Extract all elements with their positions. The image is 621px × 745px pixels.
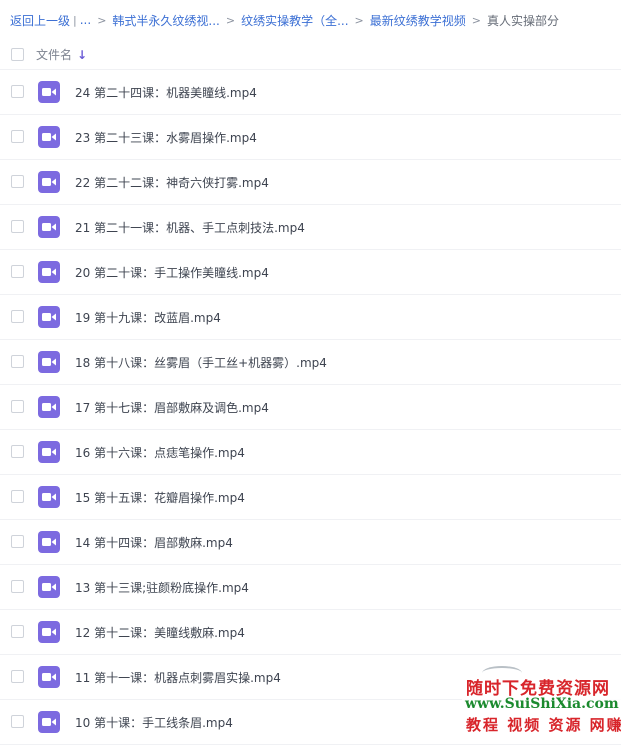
file-name[interactable]: 16 第十六课：点痣笔操作.mp4 [75, 444, 245, 461]
file-name[interactable]: 23 第二十三课：水雾眉操作.mp4 [75, 129, 257, 146]
row-checkbox[interactable] [11, 130, 24, 143]
breadcrumb-current: 真人实操部分 [486, 13, 559, 28]
video-file-icon [38, 531, 60, 553]
chevron-right-icon: > [354, 13, 364, 27]
chevron-right-icon: > [471, 13, 481, 27]
select-all-checkbox[interactable] [11, 48, 24, 61]
row-checkbox[interactable] [11, 400, 24, 413]
list-item[interactable]: 14 第十四课：眉部敷麻.mp4 [0, 520, 621, 565]
file-name[interactable]: 11 第十一课：机器点刺雾眉实操.mp4 [75, 669, 281, 686]
file-name[interactable]: 13 第十三课;驻颜粉底操作.mp4 [75, 579, 249, 596]
video-file-icon [38, 126, 60, 148]
file-name[interactable]: 22 第二十二课：神奇六侠打雾.mp4 [75, 174, 269, 191]
file-name[interactable]: 10 第十课：手工线条眉.mp4 [75, 714, 233, 731]
video-file-icon [38, 81, 60, 103]
list-item[interactable]: 19 第十九课：改蓝眉.mp4 [0, 295, 621, 340]
row-checkbox[interactable] [11, 490, 24, 503]
file-name[interactable]: 21 第二十一课：机器、手工点刺技法.mp4 [75, 219, 305, 236]
row-checkbox[interactable] [11, 535, 24, 548]
row-checkbox[interactable] [11, 715, 24, 728]
list-item[interactable]: 24 第二十四课：机器美瞳线.mp4 [0, 70, 621, 115]
list-item[interactable]: 15 第十五课：花瓣眉操作.mp4 [0, 475, 621, 520]
video-file-icon [38, 441, 60, 463]
video-file-icon [38, 216, 60, 238]
video-file-icon [38, 576, 60, 598]
video-file-icon [38, 711, 60, 733]
file-name[interactable]: 15 第十五课：花瓣眉操作.mp4 [75, 489, 245, 506]
list-item[interactable]: 23 第二十三课：水雾眉操作.mp4 [0, 115, 621, 160]
file-name[interactable]: 20 第二十课：手工操作美瞳线.mp4 [75, 264, 269, 281]
row-checkbox[interactable] [11, 175, 24, 188]
video-file-icon [38, 306, 60, 328]
breadcrumb: 返回上一级 | ... > 韩式半永久纹绣视... > 纹绣实操教学（全... … [0, 0, 621, 40]
sort-arrow-down-icon[interactable]: ↓ [77, 48, 87, 62]
row-checkbox[interactable] [11, 220, 24, 233]
list-item[interactable]: 21 第二十一课：机器、手工点刺技法.mp4 [0, 205, 621, 250]
breadcrumb-item[interactable]: 纹绣实操教学（全... [241, 12, 348, 29]
video-file-icon [38, 351, 60, 373]
row-checkbox[interactable] [11, 580, 24, 593]
list-item[interactable]: 22 第二十二课：神奇六侠打雾.mp4 [0, 160, 621, 205]
row-checkbox[interactable] [11, 355, 24, 368]
breadcrumb-item[interactable]: 韩式半永久纹绣视... [112, 12, 219, 29]
file-name[interactable]: 12 第十二课：美瞳线敷麻.mp4 [75, 624, 245, 641]
video-file-icon [38, 621, 60, 643]
row-checkbox[interactable] [11, 625, 24, 638]
breadcrumb-back-link[interactable]: 返回上一级 [10, 12, 70, 29]
list-item[interactable]: 16 第十六课：点痣笔操作.mp4 [0, 430, 621, 475]
row-checkbox[interactable] [11, 670, 24, 683]
list-item[interactable]: 18 第十八课：丝雾眉（手工丝+机器雾）.mp4 [0, 340, 621, 385]
watermark-line-3: 教程 视频 资源 网赚 [466, 716, 621, 734]
file-name[interactable]: 14 第十四课：眉部敷麻.mp4 [75, 534, 233, 551]
chevron-right-icon: > [225, 13, 236, 27]
row-checkbox[interactable] [11, 265, 24, 278]
list-item[interactable]: 12 第十二课：美瞳线敷麻.mp4 [0, 610, 621, 655]
breadcrumb-item[interactable]: 最新纹绣教学视频 [370, 12, 466, 29]
file-name[interactable]: 24 第二十四课：机器美瞳线.mp4 [75, 84, 257, 101]
list-item[interactable]: 17 第十七课：眉部敷麻及调色.mp4 [0, 385, 621, 430]
file-name[interactable]: 17 第十七课：眉部敷麻及调色.mp4 [75, 399, 269, 416]
row-checkbox[interactable] [11, 85, 24, 98]
filename-column-label: 文件名 [36, 48, 73, 62]
video-file-icon [38, 396, 60, 418]
video-file-icon [38, 171, 60, 193]
file-list: 24 第二十四课：机器美瞳线.mp4 23 第二十三课：水雾眉操作.mp4 22… [0, 70, 621, 745]
breadcrumb-ellipsis-link[interactable]: ... [80, 13, 91, 27]
file-name[interactable]: 18 第十八课：丝雾眉（手工丝+机器雾）.mp4 [75, 354, 327, 371]
list-item[interactable]: 20 第二十课：手工操作美瞳线.mp4 [0, 250, 621, 295]
video-file-icon [38, 486, 60, 508]
breadcrumb-divider: | [73, 13, 77, 27]
file-name[interactable]: 19 第十九课：改蓝眉.mp4 [75, 309, 221, 326]
chevron-right-icon: > [97, 13, 107, 27]
watermark-line-2: www.SuiShiXia.com [465, 696, 619, 712]
row-checkbox[interactable] [11, 310, 24, 323]
video-file-icon [38, 261, 60, 283]
site-watermark: 随时下免费资源网 www.SuiShiXia.com 教程 视频 资源 网赚 [462, 666, 621, 736]
file-list-header: 文件名 ↓ [0, 40, 621, 70]
video-file-icon [38, 666, 60, 688]
filename-column-header[interactable]: 文件名 ↓ [36, 46, 87, 63]
row-checkbox[interactable] [11, 445, 24, 458]
list-item[interactable]: 13 第十三课;驻颜粉底操作.mp4 [0, 565, 621, 610]
